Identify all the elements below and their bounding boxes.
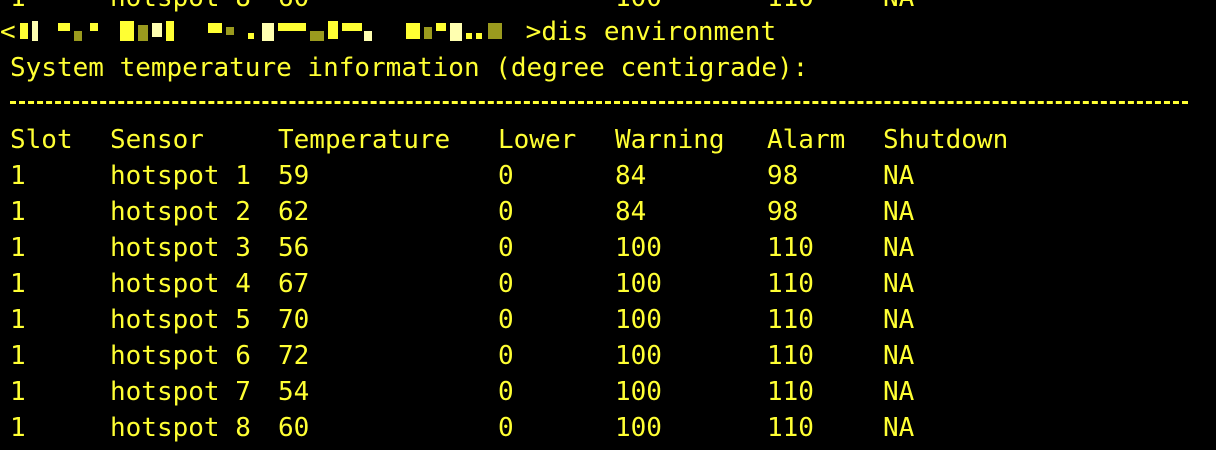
cell-lower: 0: [498, 341, 514, 371]
cell-slot: 1: [10, 377, 26, 407]
command-prompt-line[interactable]: < >dis environment: [0, 14, 776, 50]
cell-slot: 1: [10, 233, 26, 263]
cell-lower: 0: [498, 377, 514, 407]
cell-warning: 84: [615, 161, 647, 191]
obscured-hostname: [16, 19, 526, 43]
cell-slot: 1: [10, 269, 26, 299]
cell-lower: 0: [498, 197, 514, 227]
cell-lower: 0: [498, 305, 514, 335]
cell-warning: 100: [615, 413, 662, 443]
cell-shutdown: NA: [883, 341, 915, 371]
cell-temperature: 54: [278, 377, 310, 407]
cell-alarm: 110: [767, 233, 814, 263]
header-lower: Lower: [498, 125, 577, 155]
table-row: 1 hotspot 3 56 0 100 110 NA: [10, 230, 1190, 266]
cell-sensor: hotspot 8: [110, 413, 251, 443]
cell-slot: 1: [10, 161, 26, 191]
cell-temperature: 62: [278, 197, 310, 227]
cell-slot: 1: [10, 341, 26, 371]
command-text: dis environment: [541, 17, 777, 47]
cell-sensor: hotspot 7: [110, 377, 251, 407]
prompt-close-bracket: >: [525, 17, 542, 47]
table-row: 1 hotspot 4 67 0 100 110 NA: [10, 266, 1190, 302]
cell-slot: 1: [10, 197, 26, 227]
separator-text: ----------------------------------------…: [10, 86, 1188, 122]
cell-temperature: 72: [278, 341, 310, 371]
header-slot: Slot: [10, 125, 73, 155]
terminal-window[interactable]: 1 hotspot 8 60 100 110 NA <: [0, 0, 1216, 450]
cell-sensor: hotspot 3: [110, 233, 251, 263]
cell-temperature: 67: [278, 269, 310, 299]
cell-temperature: 56: [278, 233, 310, 263]
cell-temperature: 59: [278, 161, 310, 191]
cell-alarm: 98: [767, 161, 799, 191]
cell-alarm: 98: [767, 197, 799, 227]
cell-lower: 0: [498, 413, 514, 443]
table-row: 1 hotspot 8 60 0 100 110 NA: [10, 410, 1190, 446]
cell-warning: 100: [615, 233, 662, 263]
prompt-open-bracket: <: [0, 17, 16, 47]
header-shutdown: Shutdown: [883, 125, 1009, 155]
cell-alarm: 110: [767, 341, 814, 371]
cell-shutdown: NA: [883, 269, 915, 299]
cell-alarm: 110: [767, 413, 814, 443]
cell-temperature: 60: [278, 413, 310, 443]
cell-slot: 1: [10, 413, 26, 443]
cell-sensor: hotspot 6: [110, 341, 251, 371]
cell-slot: 1: [10, 305, 26, 335]
cell-shutdown: NA: [883, 305, 915, 335]
cell-lower: 0: [498, 269, 514, 299]
cell-sensor: hotspot 2: [110, 197, 251, 227]
table-row: 1 hotspot 2 62 0 84 98 NA: [10, 194, 1190, 230]
table-header-row: Slot Sensor Temperature Lower Warning Al…: [10, 122, 1190, 158]
header-alarm: Alarm: [767, 125, 846, 155]
table-row: 1 hotspot 7 54 0 100 110 NA: [10, 374, 1190, 410]
header-temperature: Temperature: [278, 125, 451, 155]
cell-sensor: hotspot 5: [110, 305, 251, 335]
cell-shutdown: NA: [883, 161, 915, 191]
table-row: 1 hotspot 1 59 0 84 98 NA: [10, 158, 1190, 194]
header-warning: Warning: [615, 125, 725, 155]
cell-shutdown: NA: [883, 377, 915, 407]
cell-lower: 0: [498, 161, 514, 191]
cell-alarm: 110: [767, 377, 814, 407]
cell-warning: 100: [615, 305, 662, 335]
cell-sensor: hotspot 1: [110, 161, 251, 191]
cell-sensor: hotspot 4: [110, 269, 251, 299]
cell-shutdown: NA: [883, 413, 915, 443]
cell-shutdown: NA: [883, 233, 915, 263]
header-sensor: Sensor: [110, 125, 204, 155]
cell-warning: 100: [615, 269, 662, 299]
separator-line: [10, 101, 1188, 104]
table-row: 1 hotspot 6 72 0 100 110 NA: [10, 338, 1190, 374]
cell-alarm: 110: [767, 269, 814, 299]
cell-lower: 0: [498, 233, 514, 263]
cell-shutdown: NA: [883, 0, 914, 16]
cell-shutdown: NA: [883, 197, 915, 227]
cell-warning: 100: [615, 341, 662, 371]
cell-alarm: 110: [767, 305, 814, 335]
cell-warning: 100: [615, 377, 662, 407]
cell-temperature: 70: [278, 305, 310, 335]
output-title: System temperature information (degree c…: [10, 53, 809, 83]
table-row: 1 hotspot 5 70 0 100 110 NA: [10, 302, 1190, 338]
cell-warning: 84: [615, 197, 647, 227]
